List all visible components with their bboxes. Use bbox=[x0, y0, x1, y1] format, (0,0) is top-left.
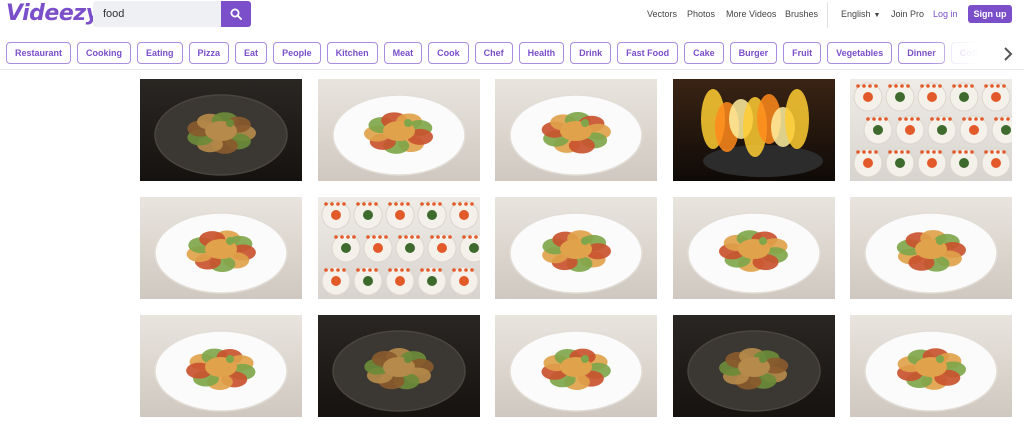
thumbnail-image bbox=[850, 315, 1012, 417]
video-thumbnail-spaghetti-plate[interactable] bbox=[140, 197, 302, 299]
nav-link-vectors[interactable]: Vectors bbox=[647, 9, 677, 19]
top-navigation-bar: Videezy Vectors Photos More Videos Brush… bbox=[0, 0, 1024, 32]
video-thumbnail-noodles-wok[interactable] bbox=[140, 79, 302, 181]
video-thumbnail-flaming-wok[interactable] bbox=[672, 79, 835, 181]
video-results-grid bbox=[140, 79, 1012, 417]
video-thumbnail-pasta-salad[interactable] bbox=[495, 315, 657, 417]
tag-burger[interactable]: Burger bbox=[729, 42, 778, 64]
tag-chef[interactable]: Chef bbox=[474, 42, 513, 64]
thumbnail-image bbox=[495, 79, 657, 181]
chevron-right-icon bbox=[1004, 47, 1013, 61]
search-button[interactable] bbox=[221, 1, 251, 27]
language-label: English bbox=[841, 9, 871, 19]
tag-people[interactable]: People bbox=[273, 42, 321, 64]
thumbnail-image bbox=[140, 79, 302, 181]
tag-health[interactable]: Health bbox=[518, 42, 565, 64]
tag-pizza[interactable]: Pizza bbox=[188, 42, 230, 64]
related-tags-bar: Restaurant Cooking Eating Pizza Eat People Kit… bbox=[0, 36, 1024, 70]
videezy-logo[interactable]: Videezy bbox=[6, 1, 100, 26]
video-thumbnail-shrimp-noodles[interactable] bbox=[672, 197, 835, 299]
thumbnail-image bbox=[140, 197, 302, 299]
thumbnail-image bbox=[850, 197, 1012, 299]
thumbnail-image bbox=[317, 197, 480, 299]
tag-fast-food[interactable]: Fast Food bbox=[617, 42, 679, 64]
search-icon bbox=[230, 8, 242, 20]
thumbnail-image bbox=[495, 197, 657, 299]
tag-cake[interactable]: Cake bbox=[684, 42, 724, 64]
tag-drink[interactable]: Drink bbox=[570, 42, 612, 64]
tag-cook[interactable]: Cook bbox=[428, 42, 469, 64]
video-thumbnail-sushi-platter[interactable] bbox=[317, 197, 480, 299]
thumbnail-image bbox=[317, 315, 480, 417]
tag-eating[interactable]: Eating bbox=[137, 42, 183, 64]
chevron-down-icon: ▼ bbox=[873, 12, 881, 19]
thumbnail-image bbox=[495, 315, 657, 417]
video-thumbnail-vegetable-dip-platter[interactable] bbox=[317, 79, 480, 181]
video-thumbnail-steamed-mussels[interactable] bbox=[672, 315, 835, 417]
tag-kitchen[interactable]: Kitchen bbox=[326, 42, 378, 64]
tag-vegetables[interactable]: Vegetables bbox=[827, 42, 893, 64]
tag-cooking[interactable]: Cooking bbox=[77, 42, 132, 64]
thumbnail-image bbox=[850, 79, 1012, 181]
login-link[interactable]: Log in bbox=[933, 9, 958, 19]
tag-restaurant[interactable]: Restaurant bbox=[6, 42, 72, 64]
thumbnail-image bbox=[672, 315, 835, 417]
signup-button[interactable]: Sign up bbox=[968, 5, 1012, 23]
video-thumbnail-sushi-rolls[interactable] bbox=[850, 79, 1012, 181]
join-pro-link[interactable]: Join Pro bbox=[891, 9, 924, 19]
tag-fruit[interactable]: Fruit bbox=[783, 42, 822, 64]
nav-divider bbox=[827, 2, 828, 28]
tag-fade-overlay bbox=[930, 36, 1000, 69]
thumbnail-image bbox=[317, 79, 480, 181]
search-input[interactable] bbox=[93, 1, 221, 27]
language-selector[interactable]: English ▼ bbox=[841, 9, 880, 19]
thumbnail-image bbox=[672, 197, 835, 299]
tag-eat[interactable]: Eat bbox=[235, 42, 268, 64]
tags-next-button[interactable] bbox=[998, 44, 1018, 64]
nav-link-photos[interactable]: Photos bbox=[687, 9, 715, 19]
thumbnail-image bbox=[140, 315, 302, 417]
thumbnail-image bbox=[672, 79, 835, 181]
search-bar bbox=[93, 1, 251, 27]
video-thumbnail-fried-shrimp-sauce[interactable] bbox=[850, 197, 1012, 299]
video-thumbnail-fried-rice-dome[interactable] bbox=[495, 197, 657, 299]
video-thumbnail-sashimi-herbs[interactable] bbox=[850, 315, 1012, 417]
nav-link-more-videos[interactable]: More Videos bbox=[726, 9, 776, 19]
video-thumbnail-grilled-shrimp-sauce[interactable] bbox=[495, 79, 657, 181]
tag-meat[interactable]: Meat bbox=[383, 42, 423, 64]
nav-link-brushes[interactable]: Brushes bbox=[785, 9, 818, 19]
video-thumbnail-grilled-fish-lemon[interactable] bbox=[140, 315, 302, 417]
video-thumbnail-pasta-herbs-dark[interactable] bbox=[317, 315, 480, 417]
tag-list: Restaurant Cooking Eating Pizza Eat People Kit… bbox=[6, 42, 997, 64]
